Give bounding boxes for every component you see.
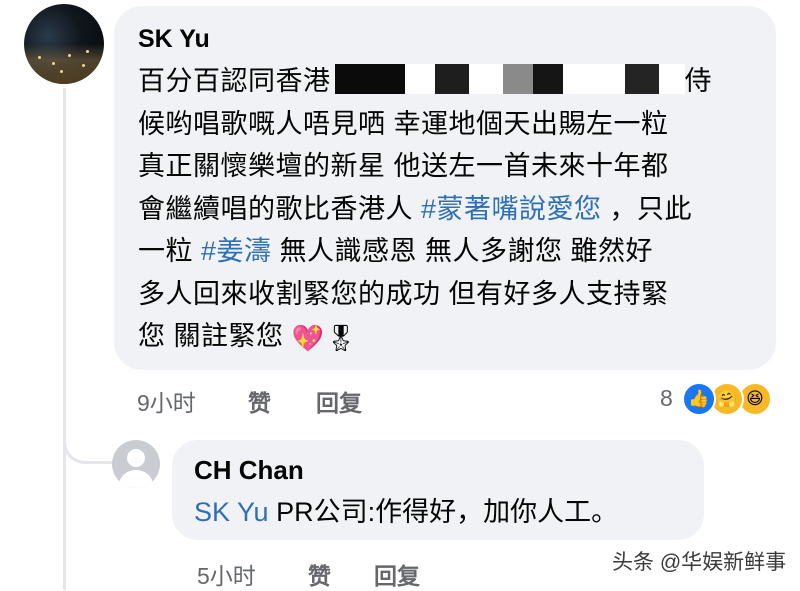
comment-author[interactable]: SK Yu	[138, 24, 754, 54]
reply-bubble: CH Chan SK Yu PR公司:作得好，加你人工。	[172, 440, 704, 540]
reply-like-button[interactable]: 赞	[308, 557, 331, 591]
comment-line: 會繼續唱的歌比香港人 #蒙著嘴說愛您 ，只此	[138, 188, 754, 231]
reply-reply-button[interactable]: 回复	[374, 557, 420, 591]
avatar-ch-chan[interactable]	[112, 440, 160, 488]
reply-timestamp[interactable]: 5小时	[197, 557, 256, 591]
comment-bubble: SK Yu 百分百認同香港 侍 候哟唱歌嘅人唔見哂 幸運地個天出賜左一粒 真正關懷…	[114, 6, 776, 370]
comment-text-segment: 無人識感恩 無人多謝您 雖然好	[271, 236, 654, 266]
avatar-light-dot	[86, 50, 89, 53]
comment-text-segment: ，只此	[601, 193, 693, 224]
redaction-block	[334, 64, 405, 94]
watermark: 头条 @华娱新鲜事	[612, 551, 787, 574]
avatar-light-dot	[60, 70, 63, 73]
comment-line: 多人回來收割緊您的成功 但有好多人支持緊	[138, 278, 669, 309]
comment-text-segment: 侍	[684, 66, 712, 96]
redaction-gap	[658, 64, 685, 94]
avatar-light-dot	[38, 56, 41, 59]
redaction-block	[532, 64, 563, 94]
comment-text-segment: 一粒	[138, 236, 202, 266]
hashtag-link[interactable]: #姜濤	[201, 236, 272, 266]
reply-text: SK Yu PR公司:作得好，加你人工。	[194, 492, 704, 532]
default-avatar-body	[119, 470, 153, 488]
redaction-block	[502, 64, 533, 94]
comment-text-segment: 您 關註緊您	[138, 321, 292, 351]
reply-button[interactable]: 回复	[316, 384, 362, 418]
redaction-gap	[468, 64, 503, 94]
comment-line: 百分百認同香港 侍	[138, 60, 754, 103]
avatar-light-dot	[68, 54, 71, 57]
comment-line: 一粒 #姜濤 無人識感恩 無人多謝您 雖然好	[138, 230, 754, 273]
medal-icon: 🎖	[324, 323, 358, 353]
comment-text-segment: 會繼續唱的歌比香港人	[138, 193, 422, 224]
reply-author[interactable]: CH Chan	[194, 454, 704, 486]
comment-line: 候哟唱歌嘅人唔見哂 幸運地個天出賜左一粒	[138, 108, 669, 139]
redaction-gap	[562, 64, 625, 94]
redaction-block	[434, 64, 469, 94]
avatar-light-dot	[52, 62, 55, 65]
mention-link[interactable]: SK Yu	[194, 497, 269, 527]
sparkling-heart-icon: 💖	[291, 323, 325, 353]
reply-text-segment: PR公司:作得好，加你人工。	[268, 497, 619, 527]
comment-line: 真正關懷樂壇的新星 他送左一首未來十年都	[138, 151, 669, 181]
avatar-sk-yu[interactable]	[24, 4, 104, 84]
default-avatar-head	[127, 449, 145, 467]
comment-text-segment: 百分百認同香港	[138, 66, 331, 96]
redaction-gap	[404, 64, 435, 94]
comment-text: 百分百認同香港 侍 候哟唱歌嘅人唔見哂 幸運地個天出賜左一粒 真正關懷樂壇的新星 …	[138, 60, 754, 360]
comment-timestamp[interactable]: 9小时	[137, 384, 196, 418]
avatar-light-dot	[82, 64, 85, 67]
hashtag-link[interactable]: #蒙著嘴說愛您	[421, 194, 602, 224]
reaction-count: 8	[660, 385, 673, 411]
thread-line	[63, 88, 66, 590]
comment-line: 您 關註緊您 💖🎖	[138, 315, 754, 360]
like-icon: 👍	[682, 382, 716, 416]
avatar-city-lights	[24, 44, 104, 84]
like-button[interactable]: 赞	[248, 384, 271, 418]
redaction-block	[624, 64, 659, 94]
thread-connector	[63, 414, 119, 464]
